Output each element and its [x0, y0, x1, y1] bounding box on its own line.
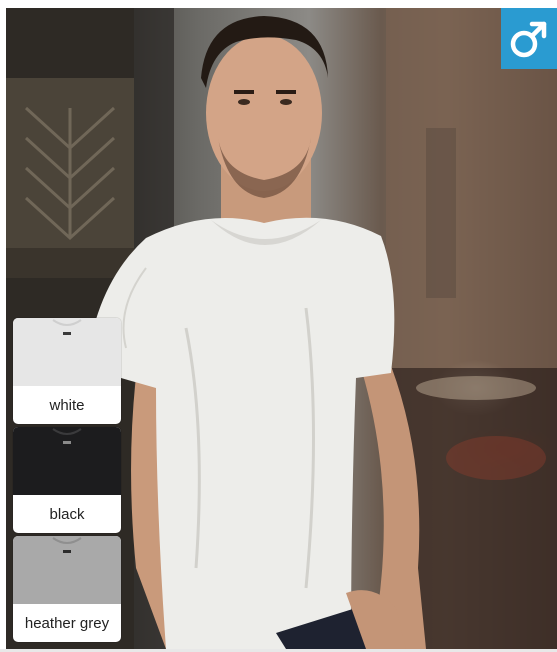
gender-badge[interactable] [501, 8, 557, 69]
black-tshirt-thumbnail [13, 427, 121, 495]
product-card: white black heather grey [0, 0, 557, 652]
color-swatch-black[interactable]: black [13, 427, 121, 533]
swatch-label: black [49, 505, 85, 523]
white-tshirt-thumbnail [13, 318, 121, 386]
swatch-label: white [49, 396, 85, 414]
heather-grey-tshirt-thumbnail [13, 536, 121, 604]
male-symbol-icon [510, 21, 547, 57]
swatch-label: heather grey [24, 614, 110, 632]
color-swatch-heather-grey[interactable]: heather grey [13, 536, 121, 642]
color-swatch-white[interactable]: white [13, 318, 121, 424]
